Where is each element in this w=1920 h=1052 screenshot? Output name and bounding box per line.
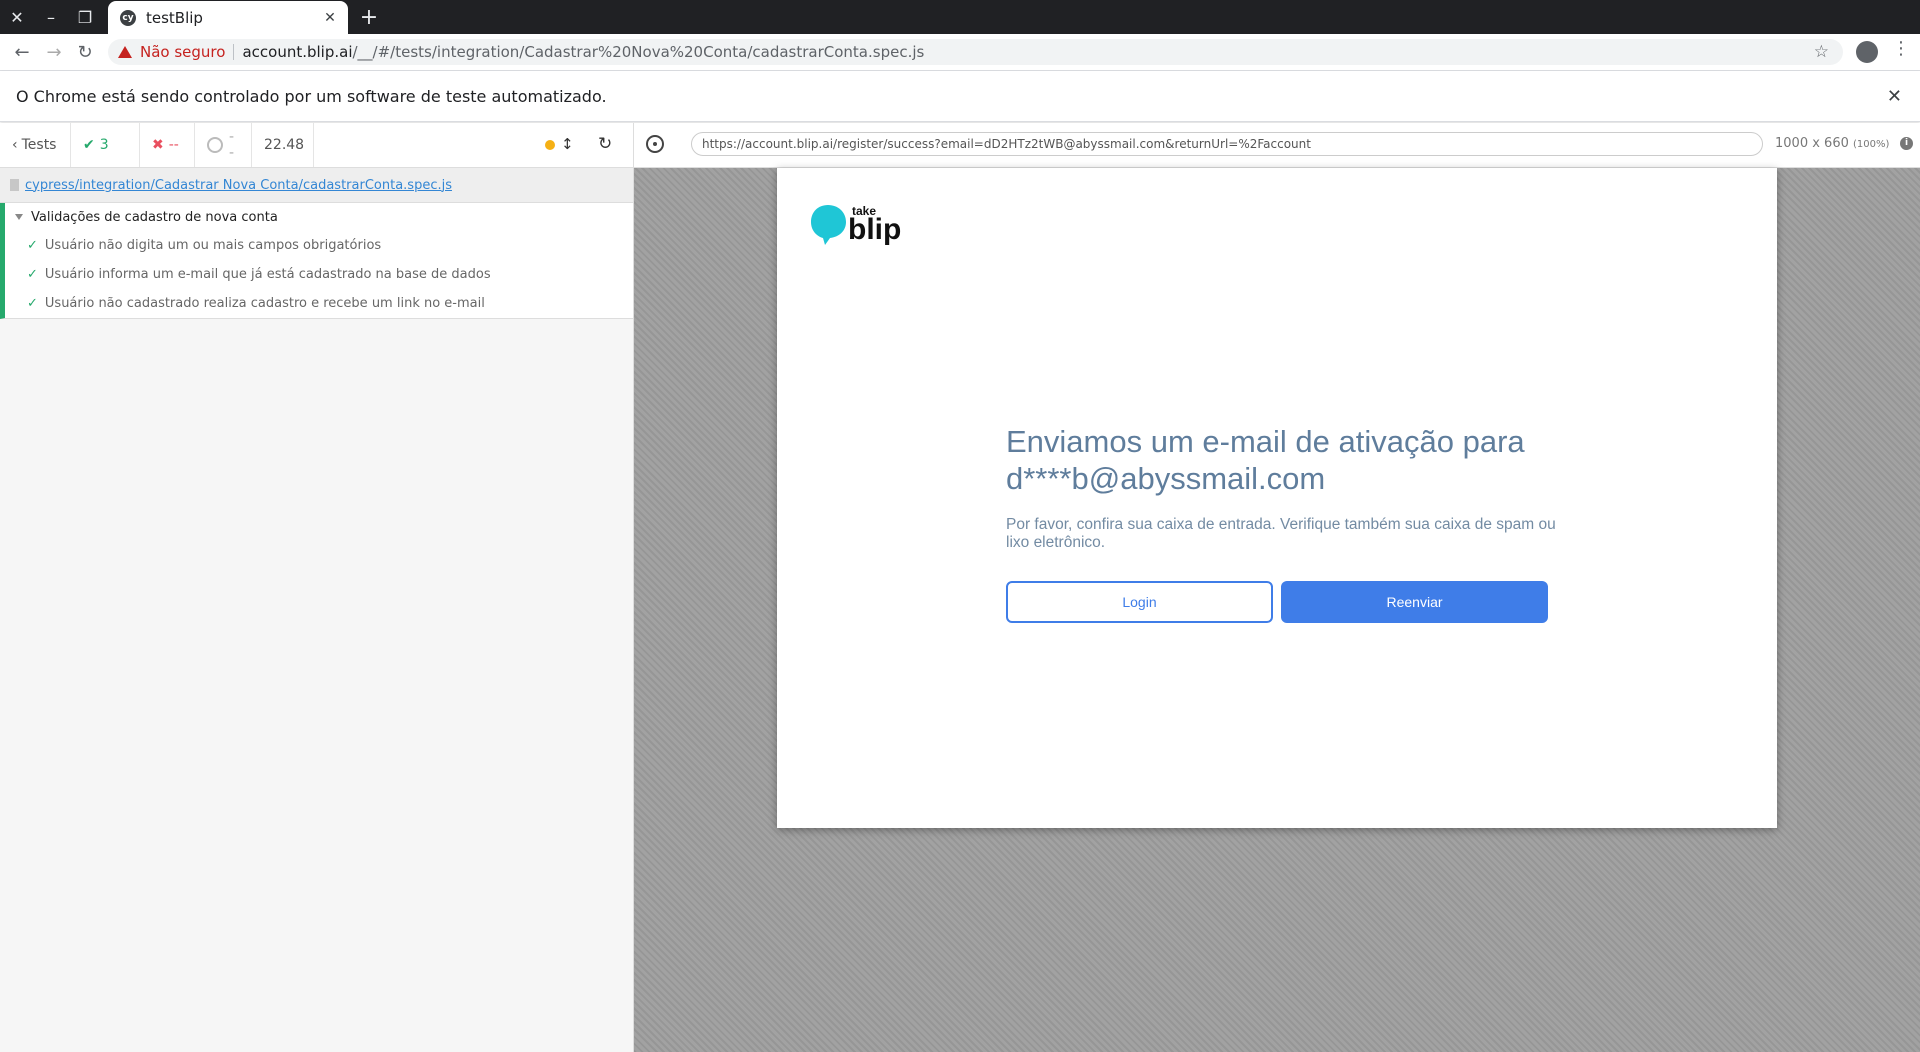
tests-back-button[interactable]: ‹ Tests xyxy=(0,123,71,167)
failed-stat: ✖ -- xyxy=(140,123,195,167)
pending-stat: -- xyxy=(195,123,252,167)
test-title: Usuário não digita um ou mais campos obr… xyxy=(44,238,382,253)
aut-stage: take blip Enviamos um e-mail de ativação… xyxy=(634,168,1920,1052)
x-icon: ✖ xyxy=(152,137,164,153)
spec-path-label: cypress/integration/Cadastrar Nova Conta… xyxy=(25,177,452,193)
automation-infobar: O Chrome está sendo controlado por um so… xyxy=(0,71,1920,122)
login-button[interactable]: Login xyxy=(1006,581,1273,623)
forward-icon[interactable]: → xyxy=(40,34,68,70)
tests-back-label: Tests xyxy=(21,137,57,153)
file-icon xyxy=(10,179,19,191)
test-suite: Validações de cadastro de nova conta ✓ U… xyxy=(0,203,633,319)
auto-scroll-icon[interactable]: ↕ xyxy=(561,135,574,153)
test-title: Usuário não cadastrado realiza cadastro … xyxy=(44,296,485,311)
pending-count: -- xyxy=(228,129,234,161)
aut-header: https://account.blip.ai/register/success… xyxy=(634,123,1920,168)
suite-title-row[interactable]: Validações de cadastro de nova conta xyxy=(5,203,633,231)
test-row[interactable]: ✓ Usuário não digita um ou mais campos o… xyxy=(5,231,633,260)
new-tab-button[interactable]: + xyxy=(354,0,384,34)
close-window-icon[interactable]: ✕ xyxy=(0,0,34,34)
viewport-dimensions: 1000 x 660 xyxy=(1775,136,1849,151)
logo-blip: blip xyxy=(848,213,901,246)
tab-title: testBlip xyxy=(146,8,203,27)
reload-icon[interactable]: ↻ xyxy=(71,34,99,70)
aut-iframe: take blip Enviamos um e-mail de ativação… xyxy=(777,168,1777,828)
url-path: /__/#/tests/integration/Cadastrar%20Nova… xyxy=(352,43,925,61)
bookmark-star-icon[interactable]: ☆ xyxy=(1814,42,1829,62)
activation-subtext: Por favor, confira sua caixa de entrada.… xyxy=(1006,516,1556,551)
minimize-icon[interactable]: – xyxy=(34,0,68,34)
viewport-zoom: (100%) xyxy=(1853,139,1890,150)
infobar-message: O Chrome está sendo controlado por um so… xyxy=(16,86,607,106)
address-bar[interactable]: Não seguro account.blip.ai /__/#/tests/i… xyxy=(108,39,1843,65)
reporter-header: ‹ Tests ✔ 3 ✖ -- -- 22.48 ↕ ↻ xyxy=(0,123,633,168)
test-row[interactable]: ✓ Usuário informa um e-mail que já está … xyxy=(5,260,633,289)
aut-url-bar[interactable]: https://account.blip.ai/register/success… xyxy=(691,132,1763,156)
divider xyxy=(233,44,235,60)
browser-toolbar: ← → ↻ Não seguro account.blip.ai /__/#/t… xyxy=(0,34,1920,71)
cypress-favicon-icon: cy xyxy=(120,9,136,26)
passed-count: 3 xyxy=(99,137,109,153)
warning-icon xyxy=(118,46,132,58)
duration: 22.48 xyxy=(252,123,314,167)
browser-menu-icon[interactable]: ⋮ xyxy=(1892,38,1910,59)
suite-title: Validações de cadastro de nova conta xyxy=(31,209,278,225)
check-icon: ✓ xyxy=(27,238,38,253)
back-icon[interactable]: ← xyxy=(8,34,36,70)
selector-playground-icon[interactable] xyxy=(646,135,664,153)
spec-file-link[interactable]: cypress/integration/Cadastrar Nova Conta… xyxy=(0,168,633,203)
viewport-size: 1000 x 660 (100%) xyxy=(1775,136,1889,151)
browser-titlebar: ✕ – ❐ cy testBlip ✕ + xyxy=(0,0,1920,34)
failed-count: -- xyxy=(168,137,179,153)
resend-button[interactable]: Reenviar xyxy=(1281,581,1548,623)
test-title: Usuário informa um e-mail que já está ca… xyxy=(44,267,491,282)
cypress-reporter: ‹ Tests ✔ 3 ✖ -- -- 22.48 ↕ ↻ cypress/in… xyxy=(0,123,634,1052)
check-icon: ✔ xyxy=(83,137,95,153)
caret-down-icon xyxy=(15,214,23,220)
pending-circle-icon xyxy=(207,137,223,153)
test-row[interactable]: ✓ Usuário não cadastrado realiza cadastr… xyxy=(5,289,633,318)
url-host: account.blip.ai xyxy=(242,43,353,61)
restore-icon[interactable]: ❐ xyxy=(68,0,102,34)
profile-avatar-icon[interactable] xyxy=(1856,41,1878,63)
close-infobar-icon[interactable]: ✕ xyxy=(1887,86,1902,107)
rerun-icon[interactable]: ↻ xyxy=(598,134,612,154)
info-icon[interactable]: i xyxy=(1900,137,1913,150)
check-icon: ✓ xyxy=(27,267,38,282)
activation-headline: Enviamos um e-mail de ativação para d***… xyxy=(1006,424,1525,496)
passed-stat: ✔ 3 xyxy=(71,123,140,167)
tab-testblip[interactable]: cy testBlip ✕ xyxy=(108,1,348,34)
blip-logo: take blip xyxy=(811,204,901,246)
chevron-left-icon: ‹ xyxy=(12,137,18,153)
close-tab-icon[interactable]: ✕ xyxy=(320,10,340,26)
running-indicator-icon xyxy=(545,140,555,150)
security-label: Não seguro xyxy=(140,43,226,61)
check-icon: ✓ xyxy=(27,296,38,311)
